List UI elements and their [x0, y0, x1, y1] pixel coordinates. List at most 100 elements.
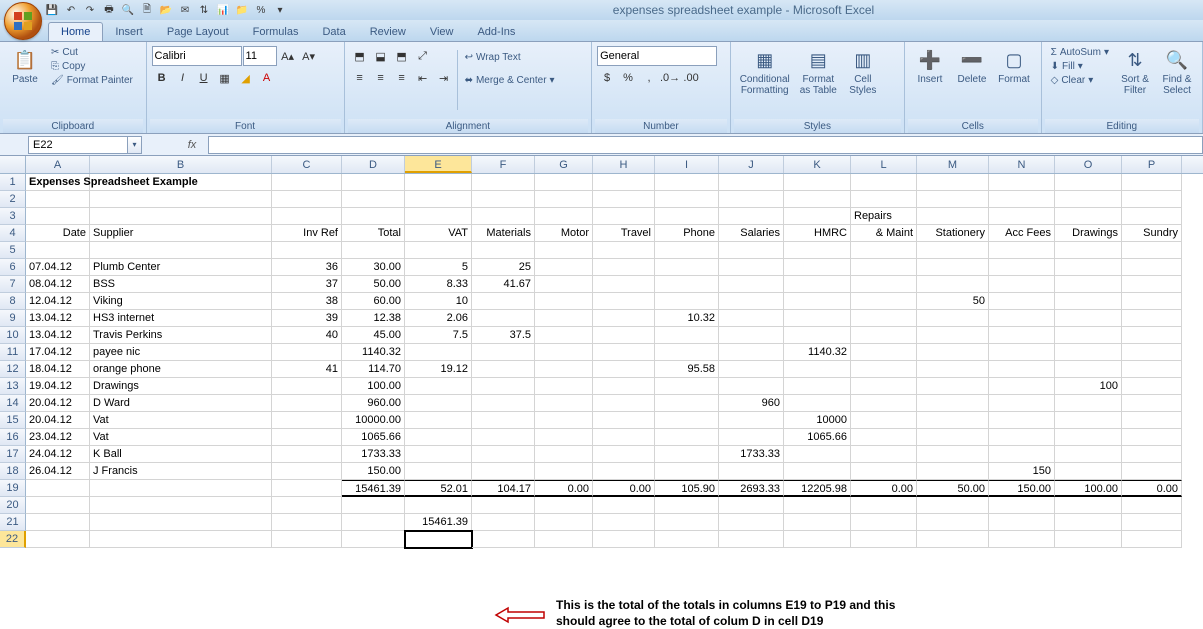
cell-C8[interactable]: 38 — [272, 293, 342, 310]
cell-C5[interactable] — [272, 242, 342, 259]
cell-E18[interactable] — [405, 463, 472, 480]
border-button[interactable]: ▦ — [215, 68, 235, 88]
cell-A12[interactable]: 18.04.12 — [26, 361, 90, 378]
row-header-7[interactable]: 7 — [0, 276, 26, 293]
cell-J6[interactable] — [719, 259, 784, 276]
cell-D6[interactable]: 30.00 — [342, 259, 405, 276]
tab-page-layout[interactable]: Page Layout — [155, 23, 241, 41]
cell-O2[interactable] — [1055, 191, 1122, 208]
cell-K18[interactable] — [784, 463, 851, 480]
cell-A5[interactable] — [26, 242, 90, 259]
cell-I19[interactable]: 105.90 — [655, 480, 719, 497]
cell-L17[interactable] — [851, 446, 917, 463]
cell-M19[interactable]: 50.00 — [917, 480, 989, 497]
cell-G4[interactable]: Motor — [535, 225, 593, 242]
cell-M7[interactable] — [917, 276, 989, 293]
cell-O3[interactable] — [1055, 208, 1122, 225]
cell-K7[interactable] — [784, 276, 851, 293]
cell-A13[interactable]: 19.04.12 — [26, 378, 90, 395]
cell-M6[interactable] — [917, 259, 989, 276]
row-header-20[interactable]: 20 — [0, 497, 26, 514]
cell-G18[interactable] — [535, 463, 593, 480]
cell-G9[interactable] — [535, 310, 593, 327]
cell-B12[interactable]: orange phone — [90, 361, 272, 378]
col-header-F[interactable]: F — [472, 156, 535, 173]
font-size-combo[interactable]: 11 — [243, 46, 277, 66]
cell-I17[interactable] — [655, 446, 719, 463]
row-header-4[interactable]: 4 — [0, 225, 26, 242]
cell-B19[interactable] — [90, 480, 272, 497]
cell-O6[interactable] — [1055, 259, 1122, 276]
cell-B14[interactable]: D Ward — [90, 395, 272, 412]
row-header-16[interactable]: 16 — [0, 429, 26, 446]
qat-chart-icon[interactable]: 📊 — [215, 2, 231, 18]
row-header-18[interactable]: 18 — [0, 463, 26, 480]
cell-M4[interactable]: Stationery — [917, 225, 989, 242]
cell-F17[interactable] — [472, 446, 535, 463]
cell-B22[interactable] — [90, 531, 272, 548]
col-header-O[interactable]: O — [1055, 156, 1122, 173]
col-header-H[interactable]: H — [593, 156, 655, 173]
cell-G16[interactable] — [535, 429, 593, 446]
cell-N13[interactable] — [989, 378, 1055, 395]
cell-F3[interactable] — [472, 208, 535, 225]
cell-H21[interactable] — [593, 514, 655, 531]
cell-G19[interactable]: 0.00 — [535, 480, 593, 497]
cell-K6[interactable] — [784, 259, 851, 276]
cell-F15[interactable] — [472, 412, 535, 429]
cell-N17[interactable] — [989, 446, 1055, 463]
cell-P8[interactable] — [1122, 293, 1182, 310]
cell-K2[interactable] — [784, 191, 851, 208]
delete-cells-button[interactable]: ➖Delete — [952, 46, 992, 87]
qat-email-icon[interactable]: ✉ — [177, 2, 193, 18]
qat-folder-icon[interactable]: 📁 — [234, 2, 250, 18]
cell-P18[interactable] — [1122, 463, 1182, 480]
cell-O11[interactable] — [1055, 344, 1122, 361]
cell-I8[interactable] — [655, 293, 719, 310]
cell-A11[interactable]: 17.04.12 — [26, 344, 90, 361]
format-painter-button[interactable]: 🖌Format Painter — [47, 74, 137, 87]
col-header-L[interactable]: L — [851, 156, 917, 173]
office-button[interactable] — [4, 2, 42, 40]
cell-M18[interactable] — [917, 463, 989, 480]
cell-D9[interactable]: 12.38 — [342, 310, 405, 327]
cell-O15[interactable] — [1055, 412, 1122, 429]
cell-M10[interactable] — [917, 327, 989, 344]
cell-N3[interactable] — [989, 208, 1055, 225]
cell-J15[interactable] — [719, 412, 784, 429]
cell-N9[interactable] — [989, 310, 1055, 327]
cell-L3[interactable]: Repairs — [851, 208, 917, 225]
font-color-button[interactable]: A — [257, 68, 277, 88]
row-header-13[interactable]: 13 — [0, 378, 26, 395]
cell-B18[interactable]: J Francis — [90, 463, 272, 480]
tab-data[interactable]: Data — [310, 23, 357, 41]
cell-I15[interactable] — [655, 412, 719, 429]
cell-F2[interactable] — [472, 191, 535, 208]
cell-G2[interactable] — [535, 191, 593, 208]
cell-D21[interactable] — [342, 514, 405, 531]
cell-I14[interactable] — [655, 395, 719, 412]
cell-C16[interactable] — [272, 429, 342, 446]
cell-A10[interactable]: 13.04.12 — [26, 327, 90, 344]
cell-B5[interactable] — [90, 242, 272, 259]
cell-N21[interactable] — [989, 514, 1055, 531]
cell-I5[interactable] — [655, 242, 719, 259]
cell-E7[interactable]: 8.33 — [405, 276, 472, 293]
cell-D17[interactable]: 1733.33 — [342, 446, 405, 463]
cell-H4[interactable]: Travel — [593, 225, 655, 242]
row-header-9[interactable]: 9 — [0, 310, 26, 327]
cell-D8[interactable]: 60.00 — [342, 293, 405, 310]
increase-indent-button[interactable]: ⇥ — [434, 68, 454, 88]
cell-P14[interactable] — [1122, 395, 1182, 412]
cell-G8[interactable] — [535, 293, 593, 310]
cell-J3[interactable] — [719, 208, 784, 225]
cell-C3[interactable] — [272, 208, 342, 225]
cell-B21[interactable] — [90, 514, 272, 531]
cell-L1[interactable] — [851, 174, 917, 191]
decrease-indent-button[interactable]: ⇤ — [413, 68, 433, 88]
align-center-button[interactable]: ≡ — [371, 68, 391, 88]
cell-B11[interactable]: payee nic — [90, 344, 272, 361]
cell-J13[interactable] — [719, 378, 784, 395]
cell-A4[interactable]: Date — [26, 225, 90, 242]
cell-I1[interactable] — [655, 174, 719, 191]
